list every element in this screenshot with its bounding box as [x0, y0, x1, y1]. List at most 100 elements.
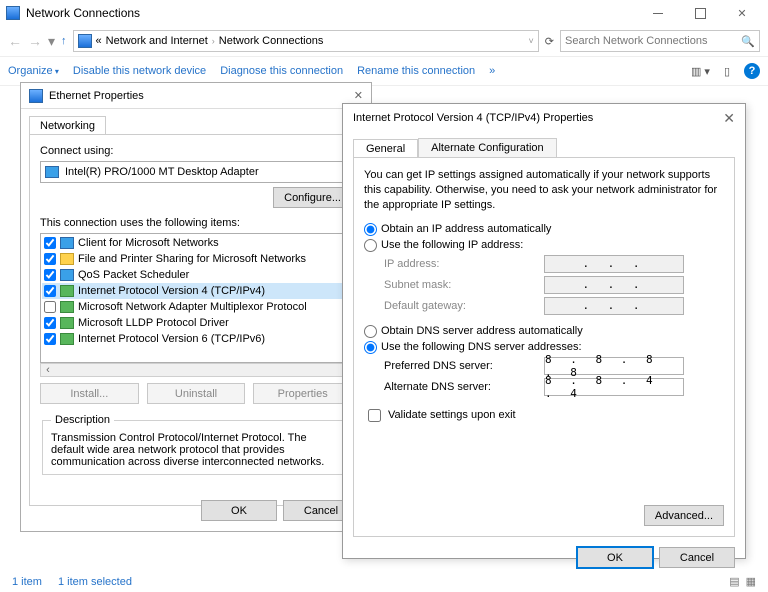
component-checkbox[interactable] [44, 285, 56, 297]
ipv4-dialog-title: Internet Protocol Version 4 (TCP/IPv4) P… [353, 112, 593, 124]
address-dropdown-icon[interactable]: ˅ [529, 36, 534, 46]
more-cmds[interactable]: » [489, 65, 495, 77]
tab-networking[interactable]: Networking [29, 116, 106, 135]
ok-button[interactable]: OK [201, 500, 277, 521]
minimize-button[interactable] [638, 3, 678, 23]
install-button[interactable]: Install... [40, 383, 139, 404]
preview-pane-icon[interactable]: ▯ [724, 65, 730, 78]
radio-auto-dns[interactable]: Obtain DNS server address automatically [364, 325, 724, 338]
list-item[interactable]: Internet Protocol Version 4 (TCP/IPv4) [42, 283, 350, 299]
configure-button[interactable]: Configure... [273, 187, 352, 208]
component-label: File and Printer Sharing for Microsoft N… [78, 253, 306, 265]
component-icon [60, 269, 74, 281]
advanced-button[interactable]: Advanced... [644, 505, 724, 526]
ethernet-dialog-titlebar: Ethernet Properties ✕ [21, 83, 371, 109]
status-selected-count: 1 item selected [58, 576, 132, 588]
status-bar: 1 item 1 item selected [12, 576, 132, 588]
search-icon: 🔍 [741, 35, 755, 48]
preferred-dns-field[interactable]: 8 . 8 . 8 . 8 [544, 357, 684, 375]
description-group: Description Transmission Control Protoco… [42, 414, 350, 475]
component-checkbox[interactable] [44, 269, 56, 281]
view-layout-icon[interactable]: ▥ ▾ [691, 65, 710, 78]
chevron-right-icon[interactable]: › [212, 36, 215, 46]
gateway-field: . . . [544, 297, 684, 315]
component-icon [60, 317, 74, 329]
ip-address-label: IP address: [384, 258, 544, 270]
component-label: Microsoft Network Adapter Multiplexor Pr… [78, 301, 307, 313]
close-icon[interactable]: ✕ [723, 110, 735, 127]
tab-alternate-config[interactable]: Alternate Configuration [418, 138, 557, 157]
gateway-label: Default gateway: [384, 300, 544, 312]
scroll-left-icon[interactable]: ‹ [41, 364, 55, 376]
breadcrumb-seg-1[interactable]: Network and Internet [106, 35, 208, 47]
radio-manual-ip-label: Use the following IP address: [381, 239, 523, 251]
adapter-name: Intel(R) PRO/1000 MT Desktop Adapter [65, 166, 259, 178]
icons-view-icon[interactable]: ▦ [746, 575, 756, 588]
explanation-text: You can get IP settings assigned automat… [364, 168, 724, 213]
adapter-box[interactable]: Intel(R) PRO/1000 MT Desktop Adapter [40, 161, 352, 183]
component-checkbox[interactable] [44, 317, 56, 329]
cancel-button[interactable]: Cancel [659, 547, 735, 568]
radio-manual-dns-label: Use the following DNS server addresses: [381, 341, 582, 353]
radio-auto-ip-input[interactable] [364, 223, 377, 236]
diagnose-cmd[interactable]: Diagnose this connection [220, 65, 343, 77]
list-item[interactable]: QoS Packet Scheduler [42, 267, 350, 283]
address-bar[interactable]: « Network and Internet › Network Connect… [73, 30, 539, 52]
component-label: Internet Protocol Version 4 (TCP/IPv4) [78, 285, 265, 297]
ethernet-dialog-title: Ethernet Properties [49, 90, 144, 102]
component-checkbox[interactable] [44, 237, 56, 249]
list-item[interactable]: Microsoft Network Adapter Multiplexor Pr… [42, 299, 350, 315]
explorer-titlebar: Network Connections [0, 0, 768, 26]
component-checkbox[interactable] [44, 253, 56, 265]
radio-manual-ip[interactable]: Use the following IP address: [364, 239, 724, 252]
uninstall-button[interactable]: Uninstall [147, 383, 246, 404]
description-header: Description [51, 414, 114, 426]
maximize-button[interactable] [680, 3, 720, 23]
radio-auto-dns-input[interactable] [364, 325, 377, 338]
component-checkbox[interactable] [44, 333, 56, 345]
forward-button[interactable]: → [28, 33, 42, 49]
rename-cmd[interactable]: Rename this connection [357, 65, 475, 77]
organize-menu[interactable]: Organize [8, 65, 59, 77]
component-icon [60, 301, 74, 313]
search-placeholder: Search Network Connections [565, 35, 707, 47]
components-list[interactable]: Client for Microsoft Networks File and Pr… [40, 233, 352, 363]
list-item[interactable]: Microsoft LLDP Protocol Driver [42, 315, 350, 331]
ok-button[interactable]: OK [577, 547, 653, 568]
validate-checkbox[interactable]: Validate settings upon exit [364, 406, 724, 425]
list-item[interactable]: Client for Microsoft Networks [42, 235, 350, 251]
search-input[interactable]: Search Network Connections 🔍 [560, 30, 760, 52]
list-item[interactable]: Internet Protocol Version 6 (TCP/IPv6) [42, 331, 350, 347]
help-button[interactable]: ? [744, 63, 760, 79]
ip-address-field: . . . [544, 255, 684, 273]
window-title: Network Connections [26, 6, 638, 20]
tab-general[interactable]: General [353, 139, 418, 158]
breadcrumb-seg-2[interactable]: Network Connections [219, 35, 324, 47]
component-label: Client for Microsoft Networks [78, 237, 219, 249]
properties-button[interactable]: Properties [253, 383, 352, 404]
alternate-dns-label: Alternate DNS server: [384, 381, 544, 393]
refresh-button[interactable]: ⟳ [545, 35, 554, 48]
radio-auto-dns-label: Obtain DNS server address automatically [381, 325, 583, 337]
close-icon[interactable]: ✕ [354, 89, 363, 102]
radio-manual-ip-input[interactable] [364, 239, 377, 252]
ipv4-dialog-titlebar: Internet Protocol Version 4 (TCP/IPv4) P… [343, 104, 745, 132]
validate-checkbox-input[interactable] [368, 409, 381, 422]
list-item[interactable]: File and Printer Sharing for Microsoft N… [42, 251, 350, 267]
history-dropdown[interactable]: ▾ [48, 33, 55, 50]
up-button[interactable]: ↑ [61, 35, 67, 47]
close-button[interactable] [722, 3, 762, 23]
radio-manual-dns-input[interactable] [364, 341, 377, 354]
nav-row: ← → ▾ ↑ « Network and Internet › Network… [0, 26, 768, 56]
radio-auto-ip[interactable]: Obtain an IP address automatically [364, 223, 724, 236]
back-button[interactable]: ← [8, 33, 22, 49]
component-icon [60, 253, 74, 265]
uses-items-label: This connection uses the following items… [40, 217, 352, 229]
component-checkbox[interactable] [44, 301, 56, 313]
disable-device-cmd[interactable]: Disable this network device [73, 65, 206, 77]
network-icon [6, 6, 20, 20]
connect-using-label: Connect using: [40, 145, 352, 157]
horizontal-scrollbar[interactable]: ‹ › [40, 363, 352, 377]
component-label: Internet Protocol Version 6 (TCP/IPv6) [78, 333, 265, 345]
alternate-dns-field[interactable]: 8 . 8 . 4 . 4 [544, 378, 684, 396]
